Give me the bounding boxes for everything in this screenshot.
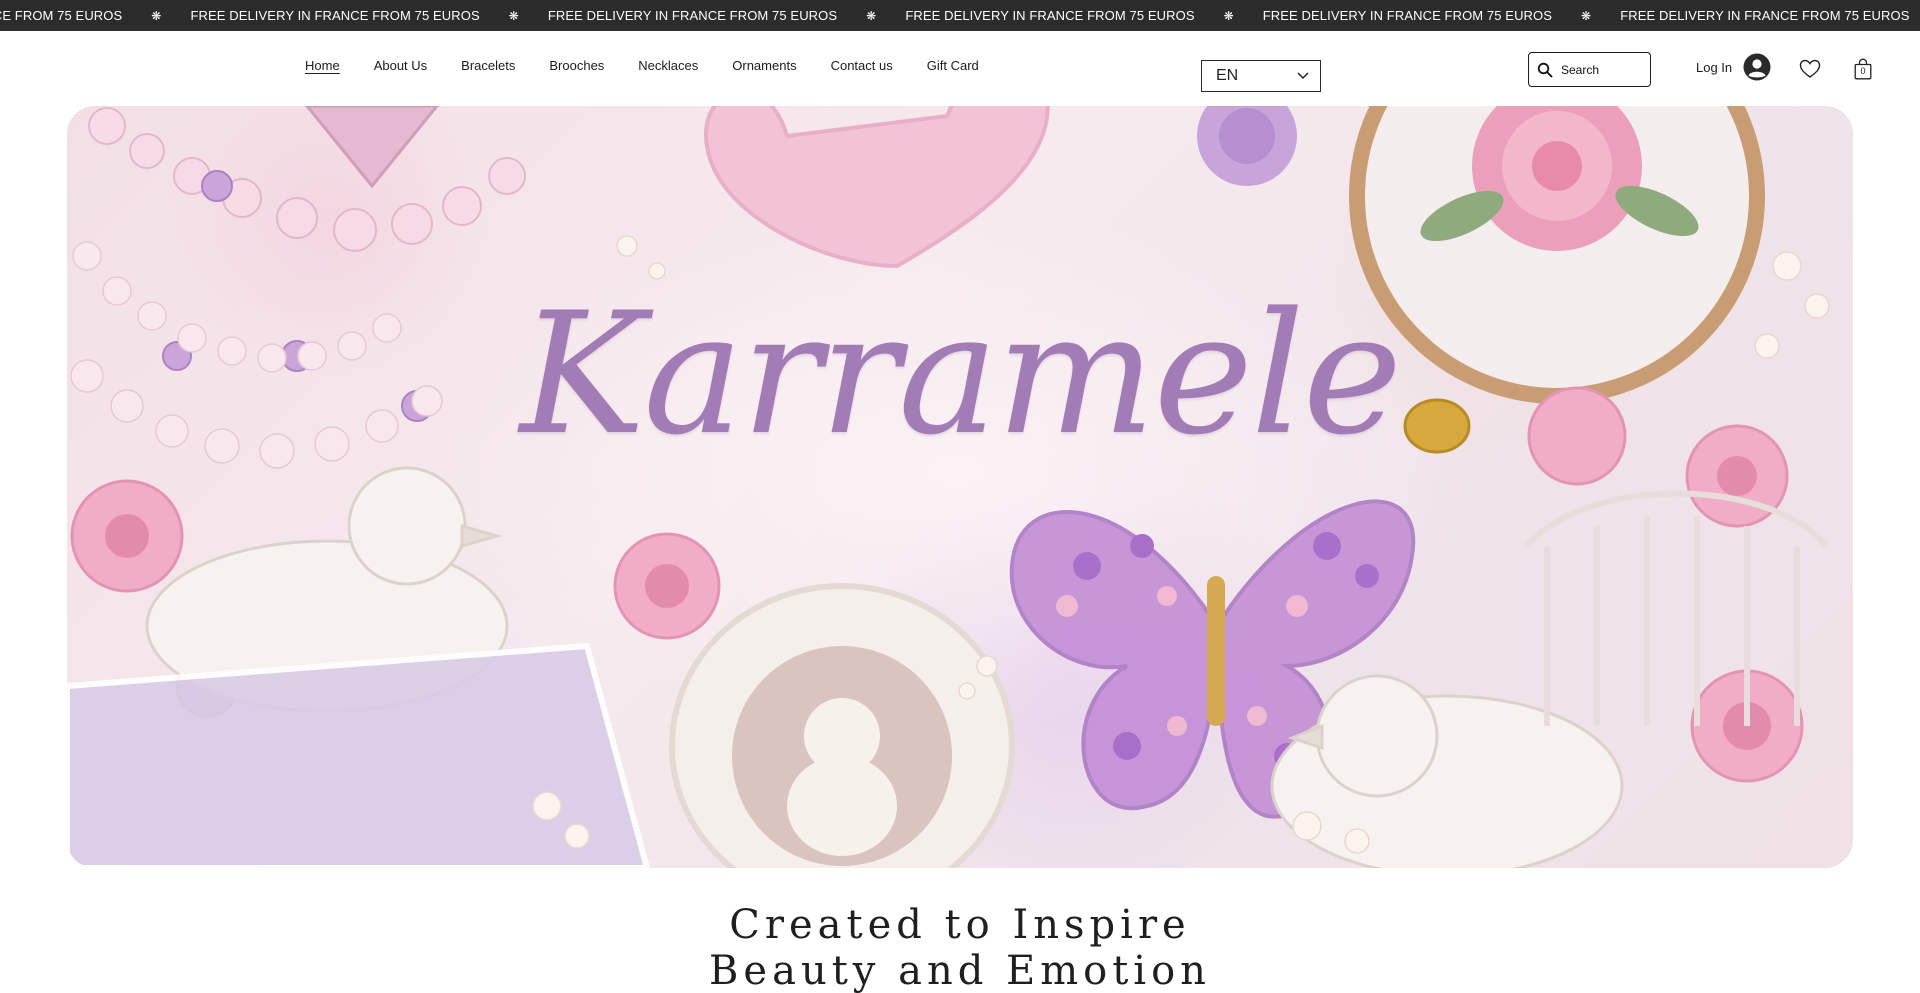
nav-gift-card[interactable]: Gift Card [927,58,979,73]
cart-button[interactable]: 0 [1854,58,1872,80]
announcement-text: FREE DELIVERY IN FRANCE FROM 75 EUROS [547,8,838,23]
site-header: Home About Us Bracelets Brooches Necklac… [0,31,1920,106]
announcement-bar: FREE DELIVERY IN FRANCE FROM 75 EUROS ❋ FR… [0,0,1920,31]
dove-right-art [1270,674,1624,868]
star-separator-icon: ❋ [1581,8,1592,23]
announcement-text: FREE DELIVERY IN FRANCE FROM 75 EUROS [190,8,480,23]
login-label: Log In [1696,59,1733,75]
announcement-item: FREE DELIVERY IN FRANCE FROM 75 EUROS❋ [1620,8,1920,23]
nav-bracelets[interactable]: Bracelets [461,58,515,73]
announcement-text: FREE DELIVERY IN FRANCE FROM 75 EUROS [0,8,123,23]
cherub-frame-art [669,583,1015,868]
tagline-line-1: Created to Inspire [729,902,1191,948]
star-separator-icon: ❋ [508,8,519,23]
nav-brooches[interactable]: Brooches [549,58,604,73]
language-select[interactable]: EN [1201,60,1321,92]
search-icon [1537,62,1553,77]
hero-illustration [67,106,1830,868]
announcement-item: FREE DELIVERY IN FRANCE FROM 75 EUROS ❋ [0,8,190,23]
star-separator-icon: ❋ [1223,8,1234,23]
nav-home[interactable]: Home [305,58,340,73]
announcement-text: FREE DELIVERY IN FRANCE FROM 75 EUROS [1262,8,1553,23]
announcement-text: FREE DELIVERY IN FRANCE FROM 75 EUROS [1620,8,1910,23]
hero-banner: Karramele [67,106,1853,868]
heart-icon[interactable] [1799,59,1821,79]
announcement-track: FREE DELIVERY IN FRANCE FROM 75 EUROS ❋ FR… [0,0,1920,31]
pearl-necklace-art [70,107,526,469]
search-box[interactable] [1528,52,1651,87]
nav-about-us[interactable]: About Us [374,58,427,73]
chevron-down-icon [1297,72,1309,80]
nav-contact-us[interactable]: Contact us [831,58,893,73]
announcement-text: FREE DELIVERY IN FRANCE FROM 75 EUROS [905,8,1195,23]
announcement-item: FREE DELIVERY IN FRANCE FROM 75 EUROS ❋ [548,8,905,23]
login-button[interactable]: Log In [1696,53,1771,81]
nav-ornaments[interactable]: Ornaments [732,58,796,73]
tagline-line-2: Beauty and Emotion [709,948,1211,993]
language-value: EN [1216,67,1239,84]
avatar-icon [1743,53,1771,81]
main-nav: Home About Us Bracelets Brooches Necklac… [305,58,1013,73]
tagline-heading: Created to Inspire Beauty and Emotion [0,902,1920,993]
cart-count: 0 [1860,66,1866,76]
search-input[interactable] [1561,62,1641,77]
star-separator-icon: ❋ [151,8,162,23]
embroidery-hoop-art [1349,106,1765,404]
nav-necklaces[interactable]: Necklaces [638,58,698,73]
star-separator-icon: ❋ [866,8,877,23]
announcement-item: FREE DELIVERY IN FRANCE FROM 75 EUROS ❋ [905,8,1262,23]
announcement-item: FREE DELIVERY IN FRANCE FROM 75 EUROS ❋ [190,8,547,23]
announcement-item: FREE DELIVERY IN FRANCE FROM 75 EUROS ❋ [1263,8,1620,23]
